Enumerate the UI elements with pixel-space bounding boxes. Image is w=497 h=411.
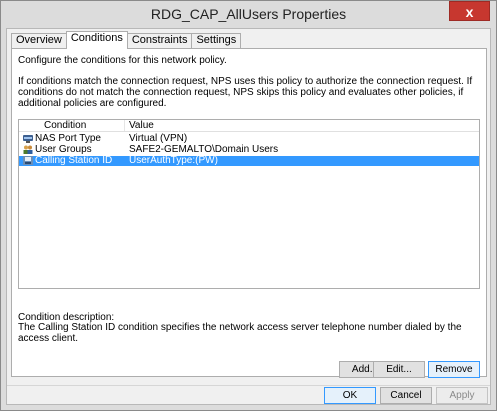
list-item-selected[interactable]: Calling Station ID UserAuthType:(PW) <box>19 156 479 166</box>
tab-settings[interactable]: Settings <box>191 33 242 48</box>
description-text: The Calling Station ID condition specifi… <box>18 322 462 344</box>
remove-button[interactable]: Remove <box>428 361 480 378</box>
condition-name: Calling Station ID <box>35 155 113 166</box>
panel-explanation-text: If conditions match the connection reque… <box>18 76 473 109</box>
column-header-value[interactable]: Value <box>129 120 154 131</box>
conditions-panel: Configure the conditions for this networ… <box>11 48 487 378</box>
column-header-condition[interactable]: Condition <box>44 120 86 131</box>
list-item[interactable]: NAS Port Type Virtual (VPN) <box>19 134 479 144</box>
nas-port-icon <box>23 134 33 143</box>
list-item[interactable]: User Groups SAFE2-GEMALTO\Domain Users <box>19 145 479 155</box>
tab-constraints[interactable]: Constraints <box>126 33 193 48</box>
calling-station-icon <box>23 156 33 165</box>
title-bar[interactable]: RDG_CAP_AllUsers Properties x <box>1 1 496 27</box>
condition-value: SAFE2-GEMALTO\Domain Users <box>129 144 279 155</box>
tab-overview[interactable]: Overview <box>11 33 67 48</box>
window-title: RDG_CAP_AllUsers Properties <box>150 6 347 22</box>
apply-button[interactable]: Apply <box>436 387 488 404</box>
column-divider[interactable] <box>124 120 125 131</box>
panel-intro-text: Configure the conditions for this networ… <box>18 55 227 66</box>
footer-divider <box>7 385 490 386</box>
dialog-client-area: Overview Conditions Constraints Settings… <box>6 28 491 405</box>
tab-conditions[interactable]: Conditions <box>65 31 128 49</box>
list-header: Condition Value <box>19 120 479 132</box>
properties-dialog: RDG_CAP_AllUsers Properties x Overview C… <box>0 0 497 411</box>
condition-name: NAS Port Type <box>35 133 101 144</box>
edit-button[interactable]: Edit... <box>373 361 425 378</box>
condition-value: Virtual (VPN) <box>129 133 188 144</box>
close-button[interactable]: x <box>449 1 490 21</box>
conditions-list[interactable]: Condition Value NAS Port Type Virtual (V… <box>18 119 480 289</box>
condition-name: User Groups <box>35 144 92 155</box>
cancel-button[interactable]: Cancel <box>380 387 432 404</box>
condition-value: UserAuthType:(PW) <box>129 155 218 166</box>
user-groups-icon <box>23 145 33 154</box>
tab-strip: Overview Conditions Constraints Settings <box>11 31 242 49</box>
ok-button[interactable]: OK <box>324 387 376 404</box>
